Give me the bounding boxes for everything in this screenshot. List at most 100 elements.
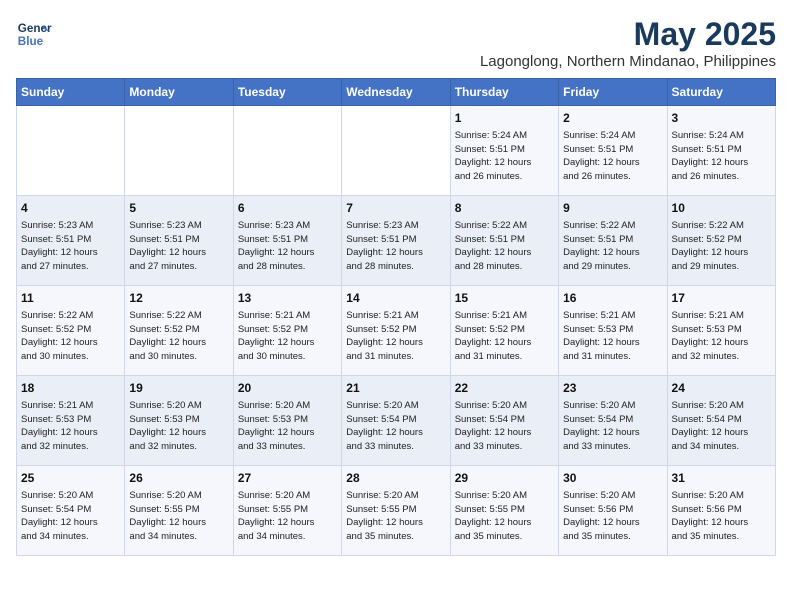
week-row-2: 4 Sunrise: 5:23 AM Sunset: 5:51 PM Daylig… [17,196,776,286]
day-number: 23 [563,380,662,397]
day-number: 3 [672,110,771,127]
day-number: 16 [563,290,662,307]
day-info: Sunrise: 5:22 AM Sunset: 5:52 PM Dayligh… [129,309,228,364]
day-info: Sunrise: 5:20 AM Sunset: 5:54 PM Dayligh… [21,489,120,544]
day-info: Sunrise: 5:20 AM Sunset: 5:55 PM Dayligh… [238,489,337,544]
day-cell: 19Sunrise: 5:20 AM Sunset: 5:53 PM Dayli… [125,376,233,466]
day-number: 5 [129,200,228,217]
day-cell: 24 Sunrise: 5:20 AM Sunset: 5:54 PM Dayli… [667,376,775,466]
day-cell: 29 Sunrise: 5:20 AM Sunset: 5:55 PM Dayli… [450,466,558,556]
day-info: Sunrise: 5:21 AM Sunset: 5:53 PM Dayligh… [672,309,771,364]
day-number: 30 [563,470,662,487]
day-cell: 3 Sunrise: 5:24 AM Sunset: 5:51 PM Daylig… [667,106,775,196]
day-number: 15 [455,290,554,307]
col-header-saturday: Saturday [667,79,775,106]
day-info: Sunrise: 5:23 AM Sunset: 5:51 PM Dayligh… [21,219,120,274]
day-number: 18 [21,380,120,397]
day-cell: 28 Sunrise: 5:20 AM Sunset: 5:55 PM Dayli… [342,466,450,556]
day-cell: 23 Sunrise: 5:20 AM Sunset: 5:54 PM Dayli… [559,376,667,466]
day-cell: 12 Sunrise: 5:22 AM Sunset: 5:52 PM Dayli… [125,286,233,376]
day-info: Sunrise: 5:20 AM Sunset: 5:56 PM Dayligh… [672,489,771,544]
week-row-1: 1 Sunrise: 5:24 AM Sunset: 5:51 PM Daylig… [17,106,776,196]
day-number: 13 [238,290,337,307]
day-info: Sunrise: 5:24 AM Sunset: 5:51 PM Dayligh… [563,129,662,184]
day-cell: 13Sunrise: 5:21 AM Sunset: 5:52 PM Dayli… [233,286,341,376]
day-info: Sunrise: 5:20 AM Sunset: 5:54 PM Dayligh… [672,399,771,454]
day-info: Sunrise: 5:21 AM Sunset: 5:52 PM Dayligh… [346,309,445,364]
day-info: Sunrise: 5:23 AM Sunset: 5:51 PM Dayligh… [346,219,445,274]
day-cell: 27 Sunrise: 5:20 AM Sunset: 5:55 PM Dayli… [233,466,341,556]
day-number: 2 [563,110,662,127]
day-number: 1 [455,110,554,127]
day-cell: 20 Sunrise: 5:20 AM Sunset: 5:53 PM Dayli… [233,376,341,466]
day-cell: 11Sunrise: 5:22 AM Sunset: 5:52 PM Dayli… [17,286,125,376]
logo: General Blue [16,16,52,52]
day-info: Sunrise: 5:23 AM Sunset: 5:51 PM Dayligh… [238,219,337,274]
subtitle: Lagonglong, Northern Mindanao, Philippin… [480,53,776,70]
day-number: 10 [672,200,771,217]
day-info: Sunrise: 5:21 AM Sunset: 5:53 PM Dayligh… [563,309,662,364]
day-number: 29 [455,470,554,487]
day-number: 12 [129,290,228,307]
day-cell: 5Sunrise: 5:23 AM Sunset: 5:51 PM Daylig… [125,196,233,286]
day-number: 24 [672,380,771,397]
day-number: 7 [346,200,445,217]
day-info: Sunrise: 5:22 AM Sunset: 5:52 PM Dayligh… [672,219,771,274]
day-number: 27 [238,470,337,487]
day-cell [342,106,450,196]
col-header-thursday: Thursday [450,79,558,106]
day-number: 25 [21,470,120,487]
day-number: 9 [563,200,662,217]
day-cell: 17 Sunrise: 5:21 AM Sunset: 5:53 PM Dayli… [667,286,775,376]
day-info: Sunrise: 5:24 AM Sunset: 5:51 PM Dayligh… [455,129,554,184]
day-number: 6 [238,200,337,217]
day-info: Sunrise: 5:20 AM Sunset: 5:55 PM Dayligh… [455,489,554,544]
header: General Blue May 2025 Lagonglong, Northe… [16,16,776,70]
day-info: Sunrise: 5:20 AM Sunset: 5:55 PM Dayligh… [129,489,228,544]
day-cell: 8 Sunrise: 5:22 AM Sunset: 5:51 PM Daylig… [450,196,558,286]
week-row-5: 25 Sunrise: 5:20 AM Sunset: 5:54 PM Dayli… [17,466,776,556]
week-row-3: 11 Sunrise: 5:22 AM Sunset: 5:52 PM Dayli… [17,286,776,376]
day-number: 20 [238,380,337,397]
day-number: 31 [672,470,771,487]
day-info: Sunrise: 5:24 AM Sunset: 5:51 PM Dayligh… [672,129,771,184]
day-number: 28 [346,470,445,487]
day-cell: 16 Sunrise: 5:21 AM Sunset: 5:53 PM Dayli… [559,286,667,376]
day-cell: 6 Sunrise: 5:23 AM Sunset: 5:51 PM Daylig… [233,196,341,286]
day-info: Sunrise: 5:20 AM Sunset: 5:54 PM Dayligh… [563,399,662,454]
calendar-table: SundayMondayTuesdayWednesdayThursdayFrid… [16,78,776,556]
day-cell [233,106,341,196]
day-info: Sunrise: 5:22 AM Sunset: 5:51 PM Dayligh… [563,219,662,274]
day-number: 14 [346,290,445,307]
day-info: Sunrise: 5:20 AM Sunset: 5:54 PM Dayligh… [346,399,445,454]
day-cell: 1 Sunrise: 5:24 AM Sunset: 5:51 PM Daylig… [450,106,558,196]
day-info: Sunrise: 5:20 AM Sunset: 5:55 PM Dayligh… [346,489,445,544]
col-header-wednesday: Wednesday [342,79,450,106]
col-header-sunday: Sunday [17,79,125,106]
day-cell [17,106,125,196]
col-header-monday: Monday [125,79,233,106]
day-number: 11 [21,290,120,307]
day-cell: 21Sunrise: 5:20 AM Sunset: 5:54 PM Dayli… [342,376,450,466]
title-area: May 2025 Lagonglong, Northern Mindanao, … [480,16,776,70]
day-number: 4 [21,200,120,217]
day-cell: 18 Sunrise: 5:21 AM Sunset: 5:53 PM Dayli… [17,376,125,466]
svg-text:Blue: Blue [18,35,44,48]
day-info: Sunrise: 5:21 AM Sunset: 5:53 PM Dayligh… [21,399,120,454]
day-cell: 25 Sunrise: 5:20 AM Sunset: 5:54 PM Dayli… [17,466,125,556]
day-number: 17 [672,290,771,307]
day-number: 22 [455,380,554,397]
logo-icon: General Blue [16,16,52,52]
day-info: Sunrise: 5:20 AM Sunset: 5:56 PM Dayligh… [563,489,662,544]
day-number: 26 [129,470,228,487]
day-info: Sunrise: 5:20 AM Sunset: 5:54 PM Dayligh… [455,399,554,454]
day-cell: 7 Sunrise: 5:23 AM Sunset: 5:51 PM Daylig… [342,196,450,286]
main-title: May 2025 [480,16,776,53]
day-number: 19 [129,380,228,397]
day-number: 8 [455,200,554,217]
day-info: Sunrise: 5:20 AM Sunset: 5:53 PM Dayligh… [238,399,337,454]
week-row-4: 18 Sunrise: 5:21 AM Sunset: 5:53 PM Dayli… [17,376,776,466]
header-row: SundayMondayTuesdayWednesdayThursdayFrid… [17,79,776,106]
day-info: Sunrise: 5:22 AM Sunset: 5:51 PM Dayligh… [455,219,554,274]
day-cell: 4 Sunrise: 5:23 AM Sunset: 5:51 PM Daylig… [17,196,125,286]
